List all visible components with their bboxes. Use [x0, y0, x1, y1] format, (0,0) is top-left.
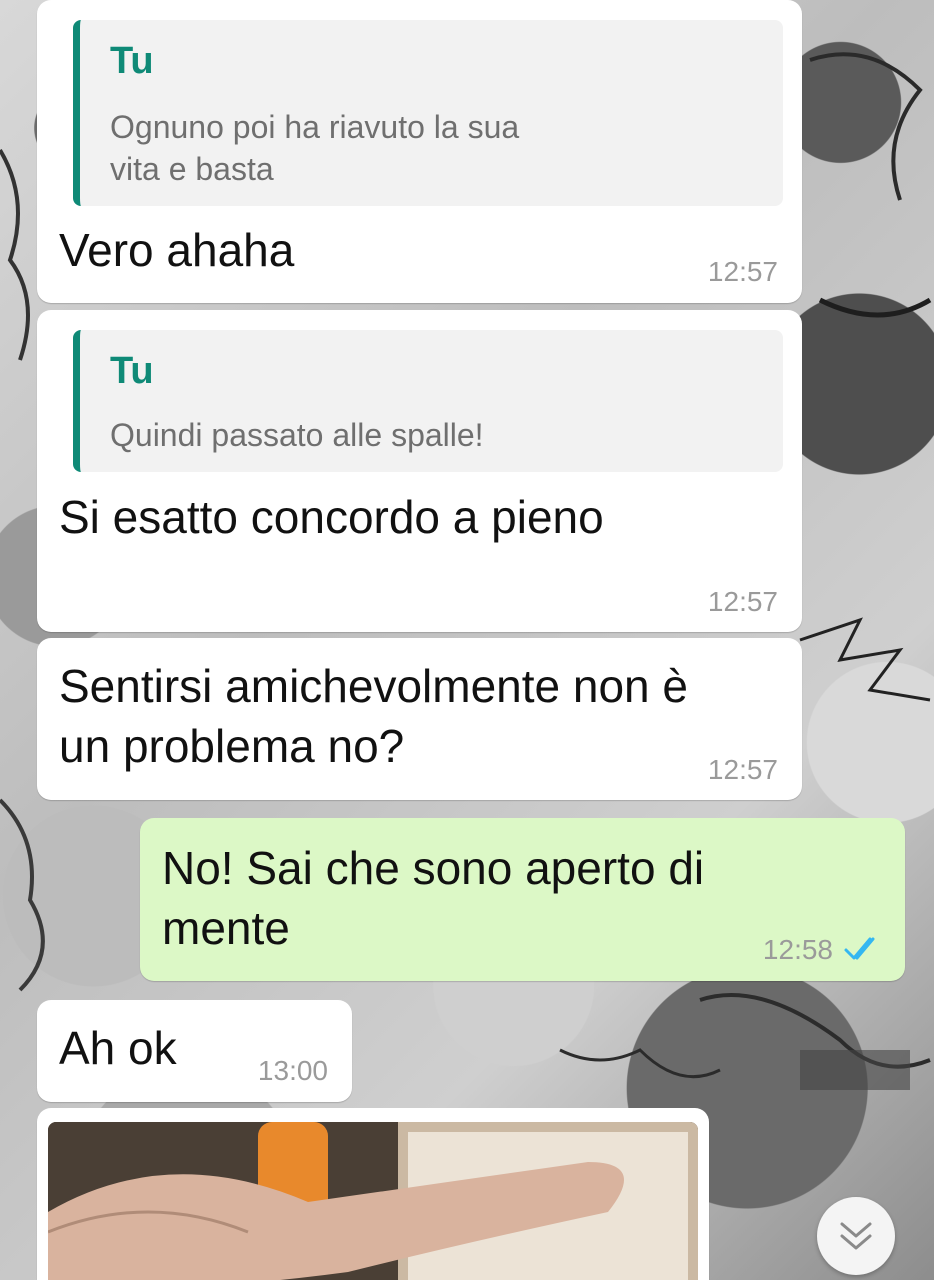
message-bubble-incoming[interactable]: Tu Quindi passato alle spalle! Si esatto… [37, 310, 802, 632]
message-timestamp: 13:00 [257, 1055, 328, 1086]
scroll-to-bottom-button[interactable] [817, 1197, 895, 1275]
message-timestamp: 12:57 [707, 256, 778, 287]
quoted-message[interactable]: Tu Quindi passato alle spalle! [73, 330, 783, 472]
message-timestamp: 12:57 [707, 586, 778, 617]
quoted-message-author: Tu [110, 350, 154, 392]
quoted-message-text: Quindi passato alle spalle! [110, 417, 484, 453]
message-text: No! Sai che sono aperto di mente [162, 842, 705, 954]
chevron-down-icon [840, 1222, 872, 1250]
message-text: Vero ahaha [59, 224, 295, 276]
message-photo[interactable] [48, 1122, 698, 1280]
message-timestamp: 12:57 [707, 754, 778, 785]
message-bubble-outgoing[interactable]: No! Sai che sono aperto di mente 12:58 [140, 818, 905, 981]
message-bubble-incoming[interactable]: Sentirsi amichevolmente non è un problem… [37, 638, 802, 800]
message-bubble-incoming[interactable]: Tu Ognuno poi ha riavuto la sua vita e b… [37, 0, 802, 303]
photo-content [48, 1122, 698, 1280]
quoted-message-author: Tu [110, 40, 154, 82]
message-text: Ah ok [59, 1022, 177, 1074]
message-text: Sentirsi amichevolmente non è un problem… [59, 660, 688, 772]
double-check-icon [844, 937, 875, 960]
message-text: Si esatto concordo a pieno [59, 491, 604, 543]
quoted-message[interactable]: Tu Ognuno poi ha riavuto la sua vita e b… [73, 20, 783, 206]
quoted-message-text: Ognuno poi ha riavuto la sua vita e bast… [110, 109, 520, 187]
message-bubble-incoming[interactable]: Ah ok 13:00 [37, 1000, 352, 1102]
message-timestamp: 12:58 [762, 934, 833, 965]
